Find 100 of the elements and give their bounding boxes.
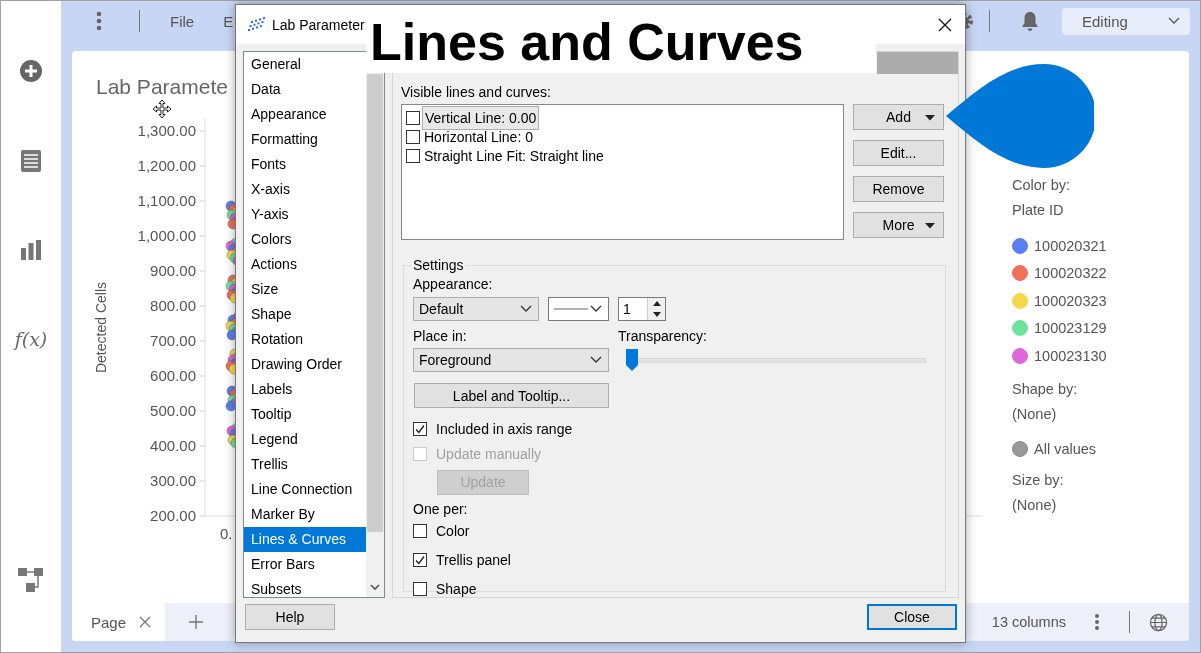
category-item[interactable]: Rotation (244, 327, 366, 352)
checkbox-label: Update manually (436, 446, 542, 462)
category-item[interactable]: Line Connection (244, 477, 366, 502)
scroll-down-icon[interactable] (370, 584, 380, 591)
action-button[interactable]: Remove (853, 176, 944, 202)
lines-list[interactable]: Vertical Line: 0.00 Horizontal Line: 0 Straight Line Fit: Straight line (401, 104, 844, 240)
bell-icon[interactable] (1021, 11, 1039, 31)
field-label: Appearance: (413, 275, 493, 293)
list-icon[interactable] (20, 149, 42, 173)
line-style-icon (554, 307, 588, 311)
axis-label: 800.00 (150, 296, 196, 316)
menu-item[interactable]: E (223, 12, 234, 30)
checkbox-label: Color (436, 523, 470, 539)
legend-heading: Size by: (1012, 471, 1064, 490)
legend-dot (1012, 441, 1028, 458)
checkbox[interactable] (413, 421, 427, 436)
category-item[interactable]: X-axis (244, 177, 366, 202)
axis-label: 200.00 (150, 506, 196, 526)
dropdown-button[interactable]: More (853, 212, 944, 238)
transparency-slider[interactable] (626, 349, 926, 371)
appearance-dropdown[interactable]: Default (413, 297, 539, 321)
category-item[interactable]: Shape (244, 302, 366, 327)
place-in-dropdown[interactable]: Foreground (413, 348, 609, 372)
checkbox-label: Shape (436, 581, 477, 597)
axis-label: 700.00 (150, 331, 196, 351)
default-button[interactable]: Close (867, 604, 957, 630)
group-title: Settings (412, 256, 465, 274)
action-button[interactable]: Help (245, 604, 335, 630)
category-item[interactable]: Size (244, 277, 366, 302)
legend-entry-label[interactable]: 100020323 (1034, 292, 1107, 309)
slider-thumb[interactable] (626, 349, 638, 371)
axis-label: 0. (220, 525, 233, 542)
category-item[interactable]: Appearance (244, 102, 366, 127)
more-icon[interactable] (96, 11, 102, 31)
formula-button[interactable]: f(x) (14, 327, 48, 351)
field-label: Place in: (413, 327, 467, 345)
chevron-down-icon (590, 305, 602, 313)
field-label: Transparency: (618, 327, 707, 345)
category-item[interactable]: Labels (244, 377, 366, 402)
category-item[interactable]: Marker By (244, 502, 366, 527)
checkbox[interactable] (413, 524, 427, 538)
field-label: One per: (413, 499, 468, 518)
add-icon[interactable] (19, 59, 43, 83)
list-item[interactable]: Horizontal Line: 0 (422, 128, 535, 145)
category-item[interactable]: Error Bars (244, 552, 366, 577)
dialog-title: Lab Parameter (272, 16, 365, 33)
up-arrow-icon[interactable] (652, 301, 661, 306)
down-arrow-icon[interactable] (652, 312, 661, 317)
legend-entry-label[interactable]: 100023130 (1034, 347, 1107, 364)
checkbox[interactable] (413, 582, 427, 596)
category-item[interactable]: Data (244, 77, 366, 102)
axis-label: 400.00 (150, 436, 196, 456)
action-button[interactable]: Edit... (853, 140, 944, 166)
category-item[interactable]: Legend (244, 427, 366, 452)
chevron-down-icon (590, 356, 602, 364)
field-label: Visible lines and curves: (401, 83, 551, 101)
legend-entry-label[interactable]: All values (1034, 441, 1097, 458)
menu-item[interactable]: File (170, 12, 195, 30)
list-item[interactable]: Vertical Line: 0.00 (422, 105, 540, 130)
checkbox[interactable] (406, 110, 420, 125)
category-item[interactable]: Lines & Curves (244, 527, 366, 552)
more-icon[interactable] (1094, 613, 1100, 631)
category-item[interactable]: Subsets (244, 577, 366, 597)
chart-title: Lab Paramete (96, 76, 228, 98)
axis-title: Detected Cells (93, 282, 109, 374)
checkbox[interactable] (406, 148, 420, 163)
category-item[interactable]: General (244, 52, 366, 77)
category-item[interactable]: Drawing Order (244, 352, 366, 377)
mode-dropdown[interactable]: Editing (1062, 7, 1190, 35)
category-item[interactable]: Colors (244, 227, 366, 252)
category-item[interactable]: Tooltip (244, 402, 366, 427)
legend-value: Plate ID (1012, 201, 1064, 220)
axis-label: 900.00 (150, 261, 196, 281)
page-tab[interactable]: Page (72, 603, 165, 641)
label-tooltip-button[interactable]: Label and Tooltip... (414, 383, 609, 408)
axis-label: 1,200.00 (137, 156, 196, 176)
category-item[interactable]: Y-axis (244, 202, 366, 227)
category-item[interactable]: Fonts (244, 152, 366, 177)
globe-icon[interactable] (1149, 612, 1168, 632)
checkbox[interactable] (406, 129, 420, 144)
add-page-icon[interactable] (189, 615, 203, 629)
close-icon[interactable] (938, 17, 952, 32)
axis-label: 300.00 (150, 471, 196, 491)
hierarchy-icon[interactable] (18, 568, 44, 592)
scrollbar-thumb[interactable] (367, 74, 383, 532)
dropdown-button[interactable]: Add (853, 104, 944, 130)
category-item[interactable]: Trellis (244, 452, 366, 477)
legend-entry-label[interactable]: 100023129 (1034, 320, 1107, 337)
axis-label: 1,000.00 (137, 226, 196, 246)
legend-entry-label[interactable]: 100020321 (1034, 237, 1107, 254)
bar-chart-icon[interactable] (20, 239, 42, 261)
line-style-dropdown[interactable] (548, 297, 609, 321)
checkbox[interactable] (413, 553, 427, 567)
legend-heading: Color by: (1012, 176, 1071, 195)
line-width-spinner[interactable]: 1 (618, 297, 666, 321)
chevron-down-icon (1168, 17, 1180, 25)
legend-entry-label[interactable]: 100020322 (1034, 265, 1107, 282)
list-item[interactable]: Straight Line Fit: Straight line (422, 147, 606, 164)
category-item[interactable]: Formatting (244, 127, 366, 152)
category-item[interactable]: Actions (244, 252, 366, 277)
